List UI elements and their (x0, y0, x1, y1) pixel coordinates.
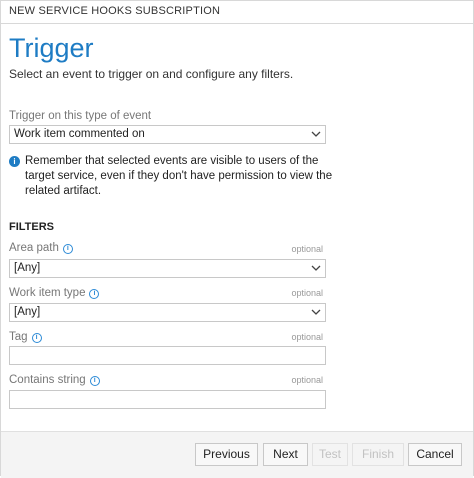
info-icon[interactable]: i (89, 289, 100, 299)
info-icon[interactable]: i (62, 244, 73, 254)
info-icon[interactable]: i (89, 376, 100, 386)
area-path-label: Area path i (9, 242, 73, 254)
contains-string-optional: optional (291, 375, 323, 385)
contains-string-label-text: Contains string (9, 374, 86, 386)
cancel-button[interactable]: Cancel (408, 443, 462, 466)
trigger-label: Trigger on this type of event (9, 110, 152, 122)
work-item-type-label: Work item type i (9, 287, 100, 299)
dialog-titlebar: NEW SERVICE HOOKS SUBSCRIPTION (1, 1, 473, 24)
contains-string-label: Contains string i (9, 374, 100, 386)
work-item-type-select[interactable]: [Any] (9, 303, 326, 322)
work-item-type-optional: optional (291, 288, 323, 298)
notice-text: Remember that selected events are visibl… (25, 155, 333, 197)
area-path-value: [Any] (14, 262, 41, 274)
finish-button[interactable]: Finish (352, 443, 404, 466)
tag-optional: optional (291, 332, 323, 342)
filters-heading: FILTERS (9, 221, 55, 233)
chevron-down-icon (311, 131, 321, 137)
work-item-type-label-text: Work item type (9, 287, 86, 299)
info-icon: i (9, 156, 20, 167)
tag-label-text: Tag (9, 331, 28, 343)
area-path-label-text: Area path (9, 242, 59, 254)
page-subtitle: Select an event to trigger on and config… (9, 67, 294, 81)
dialog-title: NEW SERVICE HOOKS SUBSCRIPTION (9, 5, 221, 17)
next-button[interactable]: Next (263, 443, 308, 466)
page-title: Trigger (9, 33, 94, 63)
work-item-type-value: [Any] (14, 306, 41, 318)
contains-string-input[interactable] (9, 390, 326, 409)
chevron-down-icon (311, 309, 321, 315)
previous-button[interactable]: Previous (195, 443, 258, 466)
service-hooks-dialog: NEW SERVICE HOOKS SUBSCRIPTION Trigger S… (0, 0, 474, 478)
tag-input[interactable] (9, 346, 326, 365)
dialog-footer: Previous Next Test Finish Cancel (1, 431, 473, 478)
trigger-event-select[interactable]: Work item commented on (9, 125, 326, 144)
area-path-select[interactable]: [Any] (9, 259, 326, 278)
trigger-event-value: Work item commented on (14, 128, 145, 140)
test-button[interactable]: Test (312, 443, 348, 466)
tag-label: Tag i (9, 331, 42, 343)
chevron-down-icon (311, 265, 321, 271)
info-icon[interactable]: i (31, 333, 42, 343)
area-path-optional: optional (291, 244, 323, 254)
